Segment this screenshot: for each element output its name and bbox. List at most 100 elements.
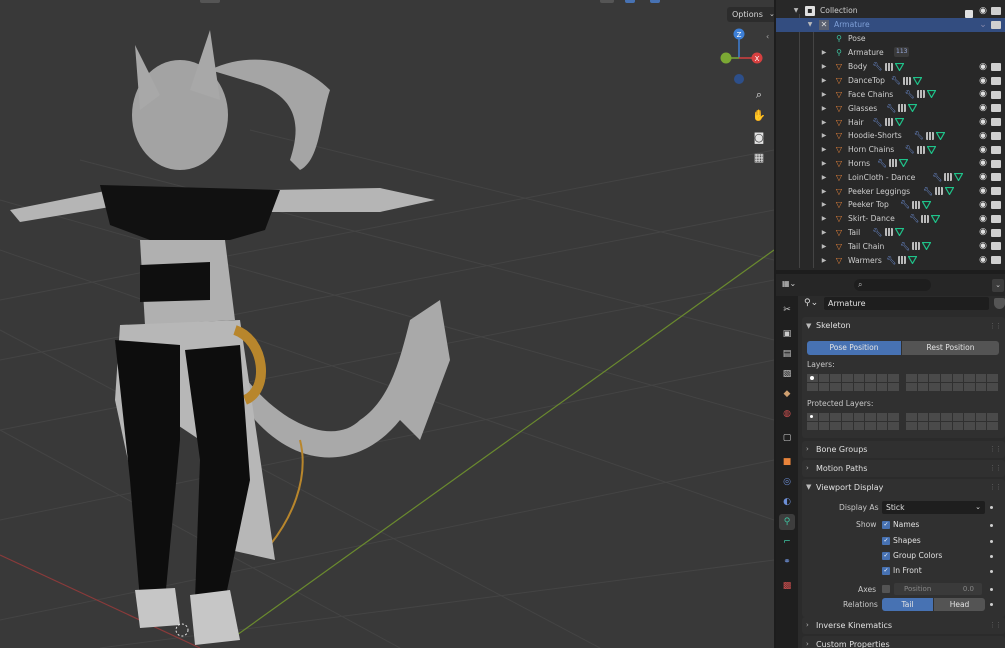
expand-arrow-icon[interactable]: ▶: [820, 77, 828, 84]
drag-handle-icon[interactable]: ⋮⋮: [989, 479, 1002, 496]
outliner-row-mesh[interactable]: ▶ ▽ Tail 🔧︎ ◉: [776, 226, 1005, 240]
panel-header[interactable]: › Bone Groups ⋮⋮: [802, 441, 1005, 458]
protected-layers-grid-right[interactable]: [906, 413, 998, 430]
navigation-gizmo[interactable]: Z X: [714, 26, 768, 84]
mesh-data-icon[interactable]: [908, 256, 918, 265]
tool-tab-icon[interactable]: ✂: [779, 302, 795, 318]
eye-icon[interactable]: ◉: [978, 186, 988, 196]
eye-icon[interactable]: ◉: [978, 103, 988, 113]
camera-render-icon[interactable]: [991, 104, 1001, 113]
scene-tab-icon[interactable]: ◆: [779, 386, 795, 402]
expand-arrow-icon[interactable]: ▶: [820, 229, 828, 236]
wrench-icon[interactable]: 🔧︎: [914, 131, 924, 140]
vertex-groups-icon[interactable]: [935, 187, 944, 196]
expand-arrow-icon[interactable]: ▶: [820, 119, 828, 126]
display-as-dropdown[interactable]: Stick ⌄: [882, 501, 985, 514]
wrench-icon[interactable]: 🔧︎: [900, 242, 910, 251]
vertex-groups-icon[interactable]: [898, 256, 907, 265]
outliner-row-mesh[interactable]: ▶ ▽ Warmers 🔧︎ ◉: [776, 253, 1005, 267]
camera-render-icon[interactable]: [991, 214, 1001, 223]
property-search-input[interactable]: ⌕: [854, 279, 931, 291]
expand-arrow-icon[interactable]: ▶: [820, 174, 828, 181]
physics-tab-icon[interactable]: ◎: [779, 474, 795, 490]
shapes-checkbox[interactable]: ✓: [882, 537, 890, 545]
eye-icon[interactable]: ◉: [978, 255, 988, 265]
vertex-groups-icon[interactable]: [944, 173, 953, 182]
properties-editor[interactable]: ▦⌄ ⌕ ⌄ ✂ ▣ ▤ ▧ ◆ ◍ ▢ ■ ◎ ◐ ⚲ ⌐ ⚭ ▩ ⚲⌄ Ar…: [776, 274, 1005, 648]
mesh-data-icon[interactable]: [935, 131, 945, 140]
hand-icon[interactable]: ✋: [750, 106, 768, 124]
outliner-row-mesh[interactable]: ▶ ▽ Hair 🔧︎ ◉: [776, 115, 1005, 129]
header-tool-stub[interactable]: [600, 0, 614, 3]
eye-icon[interactable]: ⌄: [978, 20, 988, 30]
camera-render-icon[interactable]: [991, 242, 1001, 251]
3d-viewport[interactable]: Options ⌄ ‹ Z X ⌕ ✋ ◙ ▦: [0, 0, 774, 648]
camera-render-icon[interactable]: [991, 63, 1001, 71]
vertex-groups-icon[interactable]: [916, 90, 925, 99]
output-tab-icon[interactable]: ▤: [779, 346, 795, 362]
drag-handle-icon[interactable]: ⋮⋮: [989, 317, 1002, 335]
wrench-icon[interactable]: 🔧︎: [900, 200, 910, 209]
vertex-groups-icon[interactable]: [902, 76, 911, 85]
in-front-checkbox[interactable]: ✓: [882, 567, 890, 575]
mesh-data-icon[interactable]: [894, 118, 904, 127]
vertex-groups-icon[interactable]: [916, 145, 925, 154]
wrench-icon[interactable]: 🔧︎: [932, 173, 942, 182]
keyframe-dot-icon[interactable]: [990, 540, 993, 543]
outliner-row-mesh[interactable]: ▶ ▽ Hoodie-Shorts 🔧︎ ◉: [776, 129, 1005, 143]
outliner-row-mesh[interactable]: ▶ ▽ Peeker Top 🔧︎ ◉: [776, 198, 1005, 212]
eye-icon[interactable]: ◉: [978, 76, 988, 86]
keyframe-dot-icon[interactable]: [990, 570, 993, 573]
panel-header[interactable]: › Inverse Kinematics ⋮⋮: [802, 617, 1005, 634]
outliner-row-pose[interactable]: ⚲ Pose: [776, 32, 1005, 46]
axes-checkbox[interactable]: [882, 585, 890, 593]
panel-header[interactable]: ▼ Viewport Display ⋮⋮: [802, 479, 1005, 496]
group-colors-checkbox[interactable]: ✓: [882, 552, 890, 560]
options-dropdown[interactable]: ⌄: [992, 279, 1004, 292]
zoom-icon[interactable]: ⌕: [750, 86, 768, 104]
collapse-arrow-icon[interactable]: ▼: [792, 7, 800, 14]
vertex-groups-icon[interactable]: [889, 159, 898, 168]
camera-render-icon[interactable]: [991, 201, 1001, 209]
camera-render-icon[interactable]: [991, 90, 1001, 99]
mesh-data-icon[interactable]: [912, 76, 922, 85]
outliner-row-mesh[interactable]: ▶ ▽ Body 🔧︎ ◉: [776, 60, 1005, 74]
wrench-icon[interactable]: 🔧︎: [872, 62, 882, 71]
keyframe-dot-icon[interactable]: [990, 555, 993, 558]
expand-arrow-icon[interactable]: ▶: [820, 105, 828, 112]
drag-handle-icon[interactable]: ⋮⋮: [989, 617, 1002, 634]
expand-arrow-icon[interactable]: ▶: [820, 63, 828, 70]
outliner-row-mesh[interactable]: ▶ ▽ Skirt- Dance 🔧︎ ◉: [776, 212, 1005, 226]
outliner[interactable]: ▼ ▪ Collection ◉ ▼ ✕ Armature ⌄ ⚲ Pose ▶…: [776, 0, 1005, 270]
mesh-data-icon[interactable]: [945, 187, 955, 196]
eye-icon[interactable]: ◉: [978, 172, 988, 182]
mesh-data-icon[interactable]: [894, 62, 904, 71]
camera-render-icon[interactable]: [991, 21, 1001, 29]
camera-render-icon[interactable]: [991, 187, 1001, 196]
rest-position-button[interactable]: Rest Position: [902, 341, 999, 355]
armature-data-icon[interactable]: ⚲⌄: [804, 298, 818, 308]
outliner-row-mesh[interactable]: ▶ ▽ Face Chains 🔧︎ ◉: [776, 88, 1005, 102]
outliner-row-mesh[interactable]: ▶ ▽ Horn Chains 🔧︎ ◉: [776, 143, 1005, 157]
expand-arrow-icon[interactable]: ▶: [820, 160, 828, 167]
wrench-icon[interactable]: 🔧︎: [872, 118, 882, 127]
eye-icon[interactable]: ◉: [978, 241, 988, 251]
eye-icon[interactable]: ◉: [978, 131, 988, 141]
outliner-row-mesh[interactable]: ▶ ▽ Glasses 🔧︎ ◉: [776, 101, 1005, 115]
outliner-row-mesh[interactable]: ▶ ▽ Tail Chain 🔧︎ ◉: [776, 239, 1005, 253]
armature-data-tab-icon[interactable]: ⚲: [779, 514, 795, 530]
eye-icon[interactable]: ◉: [978, 62, 988, 72]
object-tab-icon[interactable]: ■: [779, 454, 795, 470]
layers-grid-right[interactable]: [906, 374, 998, 391]
mesh-data-icon[interactable]: [931, 214, 941, 223]
expand-arrow-icon[interactable]: ▶: [820, 201, 828, 208]
outliner-row-armature-data[interactable]: ▶ ⚲ Armature 113: [776, 46, 1005, 60]
texture-tab-icon[interactable]: ▩: [779, 578, 795, 594]
outliner-row-mesh[interactable]: ▶ ▽ Horns 🔧︎ ◉: [776, 157, 1005, 171]
expand-arrow-icon[interactable]: ▶: [820, 257, 828, 264]
grid-icon[interactable]: ▦: [750, 148, 768, 166]
camera-render-icon[interactable]: [991, 256, 1001, 265]
expand-arrow-icon[interactable]: ▶: [820, 146, 828, 153]
wrench-icon[interactable]: 🔧︎: [886, 256, 896, 265]
mesh-data-icon[interactable]: [922, 200, 932, 209]
